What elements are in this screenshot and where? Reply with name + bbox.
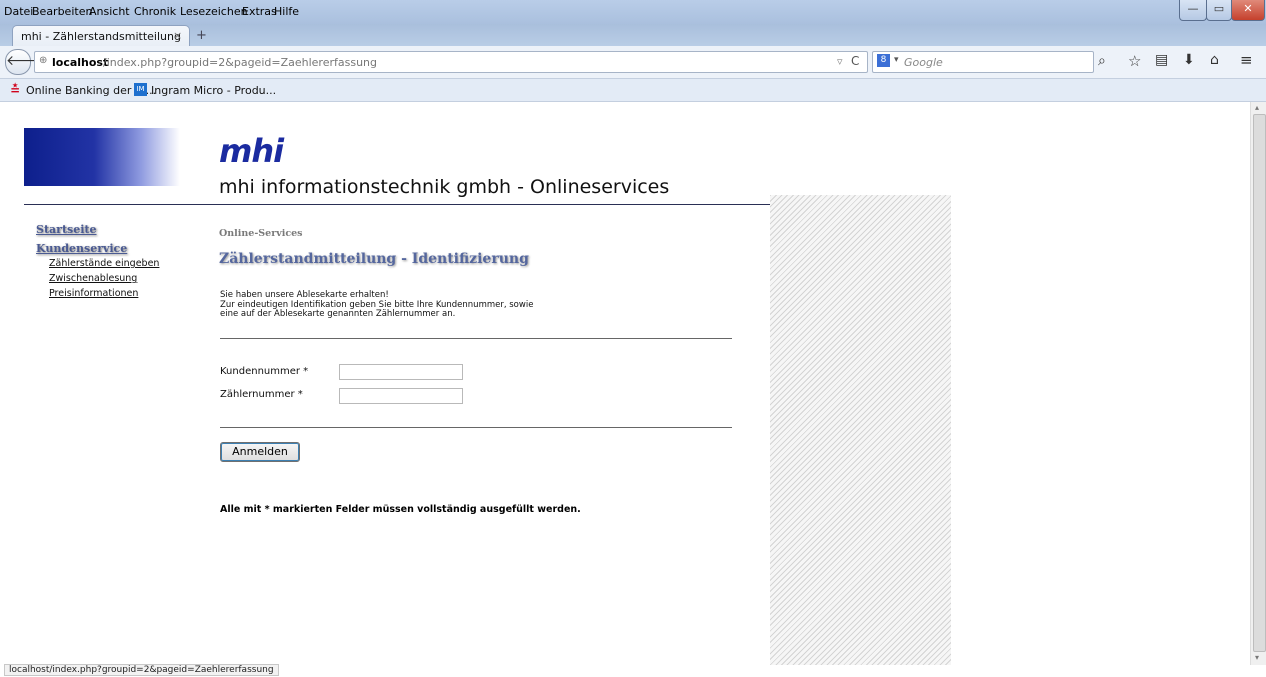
menu-hilfe[interactable]: Hilfe (274, 5, 299, 18)
google-icon[interactable]: 8 (877, 54, 890, 67)
breadcrumb: Online-Services (219, 228, 303, 239)
download-icon[interactable]: ⬇ (1183, 52, 1195, 68)
close-window-icon[interactable]: ✕ (1231, 0, 1265, 21)
url-bar[interactable]: ⊕ localhost /index.php?groupid=2&pageid=… (34, 51, 868, 73)
nav-startseite[interactable]: Startseite (36, 223, 96, 236)
kundennummer-input[interactable] (339, 364, 463, 380)
zaehlernummer-input[interactable] (339, 388, 463, 404)
home-icon[interactable]: ⌂ (1210, 52, 1219, 68)
tab-title: mhi - Zählerstandsmitteilung (21, 30, 181, 43)
globe-icon: ⊕ (39, 55, 48, 66)
scroll-down-icon[interactable]: ▾ (1255, 653, 1259, 662)
intro-text: Sie haben unsere Ablesekarte erhalten! Z… (220, 290, 533, 320)
scroll-up-icon[interactable]: ▴ (1255, 103, 1259, 112)
intro-line: eine auf der Ablesekarte genannten Zähle… (220, 309, 456, 319)
url-path: /index.php?groupid=2&pageid=Zaehlererfas… (103, 56, 377, 69)
vertical-scrollbar[interactable]: ▴ ▾ (1250, 102, 1266, 665)
tab-close-icon[interactable]: × (173, 29, 182, 42)
menu-datei[interactable]: Datei (4, 5, 33, 18)
tab-active[interactable]: mhi - Zählerstandsmitteilung × (12, 25, 190, 47)
bookmark-ingram-micro[interactable]: Ingram Micro - Produ... (151, 84, 276, 97)
menu-hamburger-icon[interactable]: ≡ (1240, 51, 1253, 69)
search-bar[interactable]: 8 ▾ Google (872, 51, 1094, 73)
menu-bearbeiten[interactable]: Bearbeiten (32, 5, 92, 18)
page-title: Zählerstandmitteilung - Identifizierung (219, 251, 529, 267)
menu-lesezeichen[interactable]: Lesezeichen (180, 5, 248, 18)
menu-bar: Datei Bearbeiten Ansicht Chronik Lesezei… (0, 0, 1266, 24)
nav-item-zaehlerstaende[interactable]: Zählerstände eingeben (49, 258, 159, 269)
header-gradient-logo (24, 128, 180, 186)
search-icon[interactable]: ⌕ (1098, 53, 1106, 69)
required-fields-note: Alle mit * markierten Felder müssen voll… (220, 504, 581, 515)
menu-ansicht[interactable]: Ansicht (89, 5, 130, 18)
minimize-icon[interactable]: — (1179, 0, 1207, 21)
header-divider (24, 204, 770, 205)
url-host: localhost (52, 56, 109, 69)
scrollbar-thumb[interactable] (1253, 114, 1266, 652)
new-tab-icon[interactable]: + (196, 28, 207, 43)
back-arrow-icon[interactable]: 🡐 (5, 49, 44, 75)
kundennummer-label: Kundennummer * (220, 366, 309, 377)
hatched-panel (770, 195, 951, 665)
form-divider-top (220, 338, 732, 339)
menu-chronik[interactable]: Chronik (134, 5, 176, 18)
bookmark-list-icon[interactable]: ▤ (1155, 52, 1168, 68)
status-url: localhost/index.php?groupid=2&pageid=Zae… (4, 664, 279, 676)
reload-icon[interactable]: C (851, 54, 859, 68)
menu-extras[interactable]: Extras (242, 5, 277, 18)
search-engine-dropdown-icon[interactable]: ▾ (894, 55, 899, 65)
anmelden-button[interactable]: Anmelden (220, 442, 300, 462)
brand-logo: mhi (219, 132, 284, 170)
nav-item-preisinformationen[interactable]: Preisinformationen (49, 288, 138, 299)
zaehlernummer-label: Zählernummer * (220, 389, 303, 400)
dropdown-icon[interactable]: ▿ (837, 55, 843, 68)
maximize-icon[interactable]: ▭ (1206, 0, 1232, 21)
bookmarks-bar: ≛ Online Banking der Kr... IM Ingram Mic… (0, 79, 1266, 102)
company-title: mhi informationstechnik gmbh - Onlineser… (219, 176, 670, 198)
star-bookmark-icon[interactable]: ☆ (1128, 52, 1141, 70)
nav-kundenservice[interactable]: Kundenservice (36, 242, 127, 255)
status-bar: localhost/index.php?groupid=2&pageid=Zae… (0, 664, 1266, 677)
nav-item-zwischenablesung[interactable]: Zwischenablesung (49, 273, 137, 284)
ingram-icon: IM (134, 83, 147, 96)
form-divider-bottom (220, 427, 732, 428)
sparkasse-icon: ≛ (10, 83, 21, 97)
search-placeholder: Google (904, 56, 943, 69)
